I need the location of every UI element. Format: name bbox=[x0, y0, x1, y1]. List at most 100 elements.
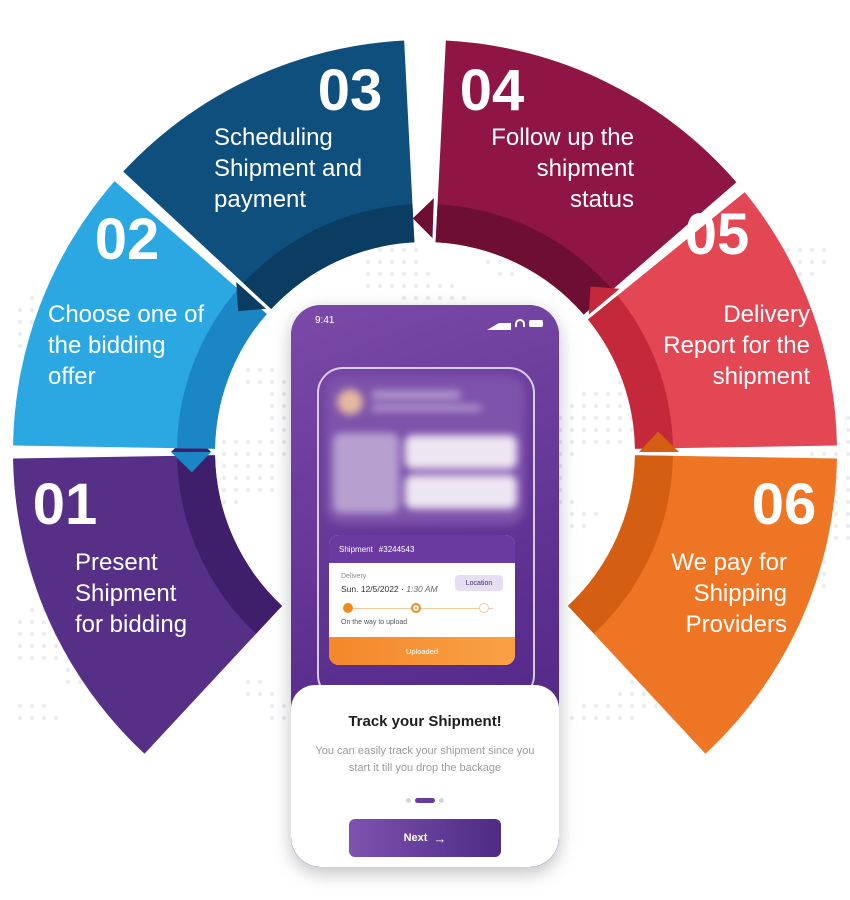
segment-number-05: 05 bbox=[685, 202, 750, 267]
map-dot bbox=[257, 691, 263, 697]
map-dot bbox=[221, 487, 227, 493]
map-dot bbox=[401, 271, 407, 277]
segment-label-line: the bidding bbox=[48, 332, 165, 359]
map-dot bbox=[641, 703, 647, 709]
map-dot bbox=[593, 427, 599, 433]
tracking-step-current-icon bbox=[411, 603, 421, 613]
map-dot bbox=[401, 247, 407, 253]
map-dot bbox=[845, 523, 850, 529]
map-dot bbox=[569, 403, 575, 409]
map-dot bbox=[629, 427, 635, 433]
segment-label-line: Shipment and bbox=[214, 155, 362, 182]
map-dot bbox=[569, 427, 575, 433]
map-dot bbox=[809, 451, 815, 457]
delivery-time: 1:30 AM bbox=[406, 584, 438, 594]
map-dot bbox=[269, 391, 275, 397]
map-dot bbox=[833, 511, 839, 517]
map-dot bbox=[41, 643, 47, 649]
map-dot bbox=[593, 403, 599, 409]
map-dot bbox=[77, 679, 83, 685]
status-time: 9:41 bbox=[315, 315, 335, 326]
map-dot bbox=[593, 439, 599, 445]
segment-label-line: Choose one of bbox=[48, 301, 204, 328]
map-dot bbox=[281, 451, 287, 457]
map-dot bbox=[17, 703, 23, 709]
map-dot bbox=[617, 427, 623, 433]
map-dot bbox=[233, 451, 239, 457]
location-button[interactable]: Location bbox=[455, 575, 503, 591]
segment-label-line: Report for the bbox=[663, 332, 810, 359]
map-dot bbox=[257, 439, 263, 445]
next-label: Next bbox=[403, 832, 428, 844]
tracking-step-done-icon bbox=[343, 603, 353, 613]
map-dot bbox=[29, 619, 35, 625]
blurred-list-row bbox=[405, 435, 517, 469]
segment-label-line: offer bbox=[48, 363, 96, 390]
map-dot bbox=[569, 451, 575, 457]
map-dot bbox=[53, 643, 59, 649]
map-dot bbox=[629, 691, 635, 697]
map-dot bbox=[593, 391, 599, 397]
map-dot bbox=[281, 403, 287, 409]
map-dot bbox=[257, 475, 263, 481]
map-dot bbox=[581, 511, 587, 517]
map-dot bbox=[509, 271, 515, 277]
map-dot bbox=[605, 715, 611, 721]
map-dot bbox=[569, 523, 575, 529]
map-dot bbox=[245, 439, 251, 445]
map-dot bbox=[281, 379, 287, 385]
map-dot bbox=[593, 415, 599, 421]
map-dot bbox=[269, 403, 275, 409]
map-dot bbox=[845, 439, 850, 445]
map-dot bbox=[365, 271, 371, 277]
map-dot bbox=[29, 715, 35, 721]
map-dot bbox=[497, 271, 503, 277]
map-dot bbox=[821, 571, 827, 577]
map-dot bbox=[581, 439, 587, 445]
map-dot bbox=[281, 415, 287, 421]
map-dot bbox=[257, 487, 263, 493]
map-dot bbox=[569, 499, 575, 505]
page-dot-active[interactable] bbox=[415, 798, 435, 803]
map-dot bbox=[809, 259, 815, 265]
map-dot bbox=[581, 403, 587, 409]
map-dot bbox=[281, 427, 287, 433]
map-dot bbox=[617, 391, 623, 397]
map-dot bbox=[413, 283, 419, 289]
map-dot bbox=[413, 295, 419, 301]
map-dot bbox=[401, 295, 407, 301]
segment-label-line: We pay for bbox=[671, 549, 787, 576]
map-dot bbox=[53, 655, 59, 661]
map-dot bbox=[257, 451, 263, 457]
battery-icon bbox=[529, 319, 543, 327]
sheet-description: You can easily track your shipment since… bbox=[315, 745, 535, 774]
map-dot bbox=[401, 283, 407, 289]
map-dot bbox=[845, 415, 850, 421]
segment-arrow-04 bbox=[412, 198, 434, 239]
map-dot bbox=[425, 271, 431, 277]
map-dot bbox=[281, 703, 287, 709]
map-dot bbox=[221, 463, 227, 469]
page-dot[interactable] bbox=[439, 798, 444, 803]
map-dot bbox=[269, 691, 275, 697]
map-dot bbox=[269, 379, 275, 385]
segment-label-line: status bbox=[570, 186, 634, 213]
blurred-stat-card bbox=[333, 433, 399, 513]
map-dot bbox=[29, 655, 35, 661]
map-dot bbox=[65, 667, 71, 673]
uploaded-bar[interactable]: Uploaded bbox=[329, 637, 515, 665]
map-dot bbox=[569, 511, 575, 517]
map-dot bbox=[833, 535, 839, 541]
map-dot bbox=[365, 259, 371, 265]
next-button[interactable]: Next → bbox=[349, 819, 501, 857]
page-dot[interactable] bbox=[406, 798, 411, 803]
map-dot bbox=[797, 271, 803, 277]
map-dot bbox=[17, 655, 23, 661]
map-dot bbox=[845, 499, 850, 505]
map-dot bbox=[593, 511, 599, 517]
map-dot bbox=[413, 247, 419, 253]
segment-label-line: Shipment bbox=[75, 580, 177, 607]
map-dot bbox=[437, 283, 443, 289]
map-dot bbox=[821, 247, 827, 253]
separator bbox=[0, 446, 10, 458]
